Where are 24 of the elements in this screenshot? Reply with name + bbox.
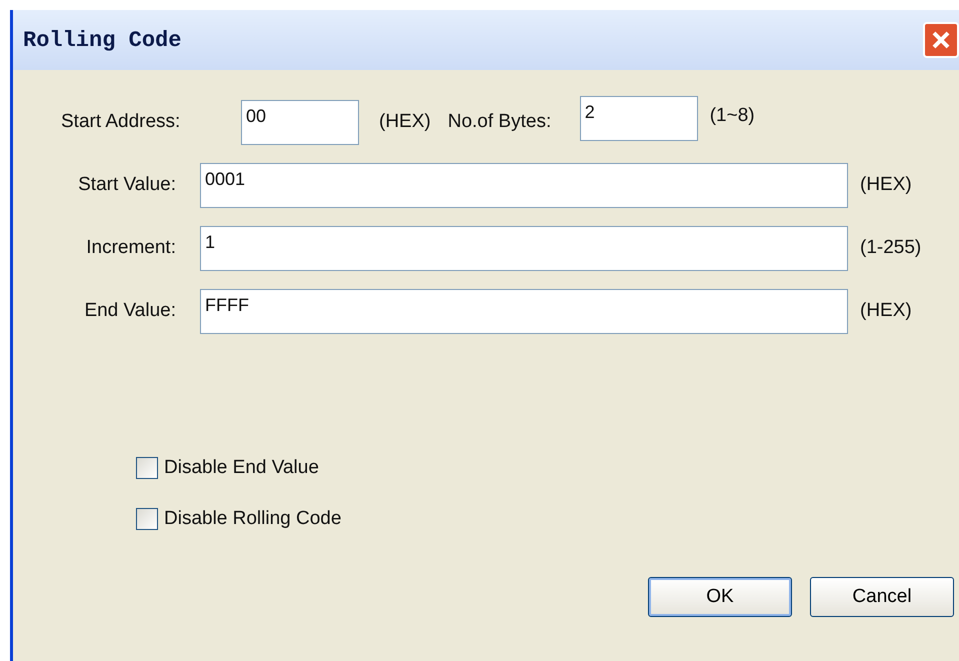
input-field[interactable]: 0001 (200, 163, 848, 208)
checkbox[interactable] (136, 457, 158, 480)
field-label: Start Value: (77, 173, 177, 198)
input-field[interactable]: 2 (580, 96, 698, 141)
hint-text: (HEX) (860, 173, 912, 198)
field-label: Increment: (85, 236, 177, 260)
hint-text: (HEX) (860, 299, 912, 324)
hint-text: (1-255) (860, 236, 922, 260)
close-button[interactable] (923, 22, 959, 58)
dialog-button[interactable]: OK (648, 577, 792, 617)
checkbox[interactable] (136, 508, 158, 530)
input-field[interactable]: 00 (241, 100, 359, 145)
field-label: End Value: (83, 299, 177, 324)
field-label: Start Address: (61, 110, 182, 134)
hint-text: (1~8) (710, 104, 755, 128)
input-field[interactable]: 1 (200, 226, 848, 271)
field-label: No.of Bytes: (448, 110, 552, 134)
dialog-button[interactable]: Cancel (810, 577, 954, 617)
hint-text: (HEX) (379, 110, 431, 134)
checkbox-label: Disable Rolling Code (164, 506, 342, 530)
close-icon (931, 30, 951, 50)
window-title: Rolling Code (23, 26, 182, 54)
input-field[interactable]: FFFF (200, 289, 848, 334)
checkbox-label: Disable End Value (164, 456, 319, 480)
